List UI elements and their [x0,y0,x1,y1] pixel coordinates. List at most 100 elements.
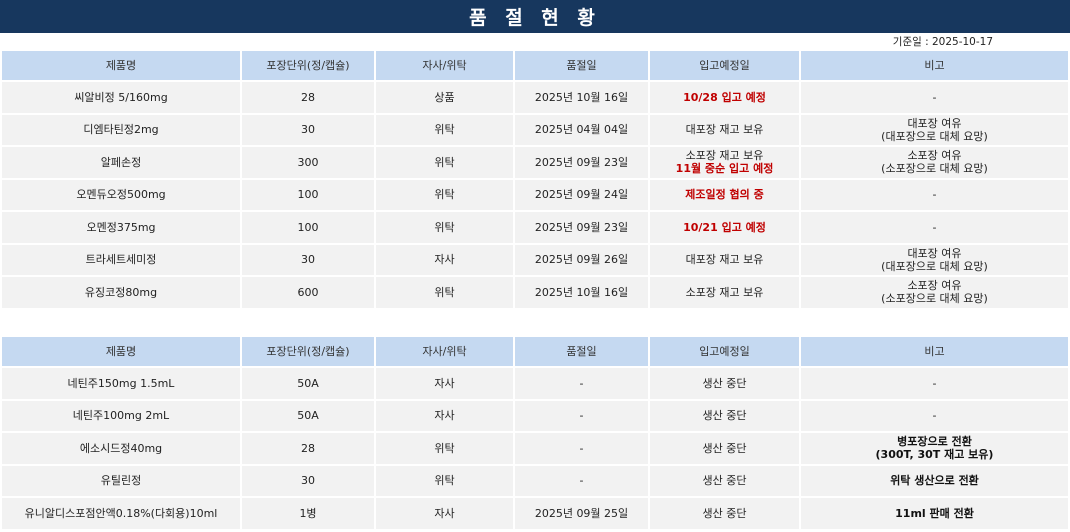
header-restock-date-text: 입고예정일 [699,59,750,72]
out-of-stock-table: 제품명 포장단위(정/캡슐) 자사/위탁 품절일 입고예정일 비고 씨알비정 5/160mg… [0,49,1070,310]
header-pack-unit-text: 포장단위(정/캡슐) [266,59,350,72]
table-row: 씨알비정 5/160mg 28 상품 2025년 10월 16일 10/28 입고 예정… [2,82,1068,113]
own-consign-cell: 위탁 [376,179,513,210]
restock-date-text: 소포장 재고 보유 [685,285,764,299]
out-of-stock-date-cell-text: - [579,474,584,488]
restock-date-cell: 생산 중단 [650,368,799,399]
table-row: 네틴주100mg 2mL 50A 자사 - 생산 중단 - [2,400,1068,431]
header-pack-unit: 포장단위(정/캡슐) [242,337,374,366]
out-of-stock-date-cell-text: 2025년 09월 23일 [534,155,629,169]
pack-unit-cell-text: 28 [301,441,315,455]
note-cell: 11ml 판매 전환 [801,498,1068,529]
product-name-cell: 에소시드정40mg [2,433,240,464]
own-consign-cell-text: 자사 [434,506,455,520]
header-out-of-stock-date-text: 품절일 [566,345,597,358]
restock-date-text: 생산 중단 [702,474,747,488]
out-of-stock-date-cell: 2025년 09월 24일 [515,179,648,210]
pack-unit-cell-text: 100 [297,220,319,234]
restock-date-text: 11월 중순 입고 예정 [675,162,774,176]
note-cell: - [801,82,1068,113]
out-of-stock-date-cell: 2025년 09월 23일 [515,147,648,178]
pack-unit-cell: 300 [242,147,374,178]
own-consign-cell: 상품 [376,82,513,113]
out-of-stock-date-cell-text: 2025년 10월 16일 [534,285,629,299]
out-of-stock-date-cell: - [515,433,648,464]
header-note-text: 비고 [924,59,945,72]
note-cell: 소포장 여유 (소포장으로 대체 요망) [801,277,1068,308]
own-consign-cell: 위탁 [376,114,513,145]
table-header-row: 제품명 포장단위(정/캡슐) 자사/위탁 품절일 입고예정일 비고 [2,337,1068,366]
pack-unit-cell: 100 [242,212,374,243]
restock-date-text: 생산 중단 [702,376,747,390]
note-text: 소포장 여유 [907,279,962,293]
pack-unit-cell-text: 28 [301,90,315,104]
own-consign-cell: 위탁 [376,433,513,464]
pack-unit-cell: 50A [242,400,374,431]
header-note-text: 비고 [924,345,945,358]
table-row: 에소시드정40mg 28 위탁 - 생산 중단 병포장으로 전환 (300T, 30T 재고… [2,433,1068,464]
product-name-cell-text: 유징코정80mg [84,285,158,299]
out-of-stock-date-cell-text: 2025년 09월 26일 [534,253,629,267]
product-name-cell: 유징코정80mg [2,277,240,308]
product-name-cell: 유니알디스포점안액0.18%(다회용)10ml [2,498,240,529]
own-consign-cell-text: 위탁 [434,123,455,137]
own-consign-cell: 자사 [376,244,513,275]
out-of-stock-date-cell: - [515,368,648,399]
own-consign-cell: 자사 [376,400,513,431]
pack-unit-cell-text: 1병 [299,506,317,520]
note-text: 위탁 생산으로 전환 [890,474,979,488]
note-cell: - [801,179,1068,210]
own-consign-cell-text: 위탁 [434,188,455,202]
out-of-stock-date-cell: 2025년 09월 26일 [515,244,648,275]
note-text: - [932,90,937,104]
note-text: 11ml 판매 전환 [895,506,974,520]
table-row: 오멘정375mg 100 위탁 2025년 09월 23일 10/21 입고 예정 - [2,212,1068,243]
discontinued-table: 제품명 포장단위(정/캡슐) 자사/위탁 품절일 입고예정일 비고 네틴주150mg 1.5… [0,335,1070,531]
own-consign-cell: 위탁 [376,147,513,178]
product-name-cell: 오멘정375mg [2,212,240,243]
note-cell: 소포장 여유 (소포장으로 대체 요망) [801,147,1068,178]
out-of-stock-date-cell: 2025년 09월 23일 [515,212,648,243]
header-out-of-stock-date: 품절일 [515,337,648,366]
page-title: 품 절 현 황 [0,0,1070,33]
note-cell: - [801,212,1068,243]
header-own-consign-text: 자사/위탁 [422,59,467,72]
table-row: 오멘듀오정500mg 100 위탁 2025년 09월 24일 제조일정 협의 중 - [2,179,1068,210]
own-consign-cell-text: 자사 [434,253,455,267]
table-row: 네틴주150mg 1.5mL 50A 자사 - 생산 중단 - [2,368,1068,399]
own-consign-cell-text: 위탁 [434,155,455,169]
restock-date-text: 대포장 재고 보유 [685,123,764,137]
header-restock-date: 입고예정일 [650,51,799,80]
header-out-of-stock-date-text: 품절일 [566,59,597,72]
out-of-stock-date-cell: 2025년 04월 04일 [515,114,648,145]
header-product-name-text: 제품명 [105,345,137,358]
product-name-cell-text: 트라세트세미정 [85,253,157,267]
note-cell: 대포장 여유 (대포장으로 대체 요망) [801,244,1068,275]
restock-date-text: 생산 중단 [702,506,747,520]
header-pack-unit: 포장단위(정/캡슐) [242,51,374,80]
restock-date-cell: 10/28 입고 예정 [650,82,799,113]
restock-date-cell: 제조일정 협의 중 [650,179,799,210]
table-row: 알페손정 300 위탁 2025년 09월 23일 소포장 재고 보유 11월 중순 입고… [2,147,1068,178]
pack-unit-cell: 28 [242,433,374,464]
out-of-stock-date-cell-text: 2025년 04월 04일 [534,123,629,137]
product-name-cell-text: 네틴주150mg 1.5mL [67,376,175,390]
restock-date-cell: 소포장 재고 보유 11월 중순 입고 예정 [650,147,799,178]
own-consign-cell-text: 위탁 [434,441,455,455]
restock-date-text: 10/28 입고 예정 [683,90,766,104]
out-of-stock-date-cell: 2025년 10월 16일 [515,277,648,308]
product-name-cell: 오멘듀오정500mg [2,179,240,210]
pack-unit-cell-text: 100 [297,188,319,202]
out-of-stock-date-cell-text: 2025년 09월 25일 [534,506,629,520]
note-text: (대포장으로 대체 요망) [881,129,988,143]
own-consign-cell-text: 자사 [434,409,455,423]
own-consign-cell-text: 자사 [434,376,455,390]
note-cell: - [801,368,1068,399]
own-consign-cell: 위탁 [376,212,513,243]
product-name-cell: 네틴주150mg 1.5mL [2,368,240,399]
out-of-stock-date-cell: - [515,400,648,431]
note-text: (300T, 30T 재고 보유) [875,448,994,462]
note-text: - [932,409,937,423]
own-consign-cell: 위탁 [376,277,513,308]
note-text: - [932,188,937,202]
